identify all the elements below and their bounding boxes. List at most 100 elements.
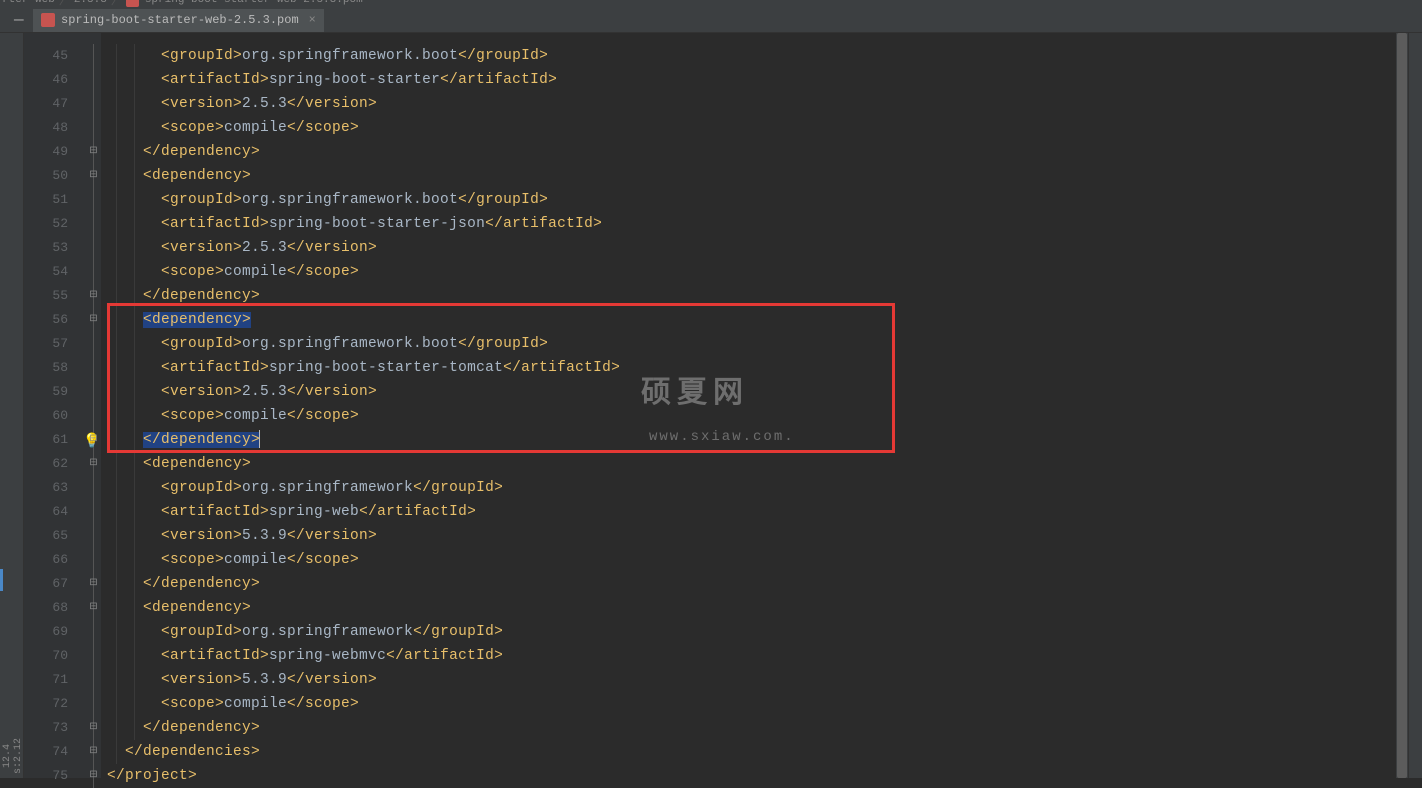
xml-tag[interactable]: <scope> xyxy=(161,408,224,424)
xml-text[interactable]: 5.3.9 xyxy=(242,672,287,688)
xml-tag[interactable]: </groupId> xyxy=(413,480,503,496)
line-number[interactable]: 55 xyxy=(24,284,86,308)
code-line[interactable]: <artifactId>spring-webmvc</artifactId> xyxy=(101,644,1396,668)
line-number[interactable]: 54 xyxy=(24,260,86,284)
fold-close-icon[interactable]: ⊟ xyxy=(86,764,101,788)
breadcrumb-item[interactable]: rter-web xyxy=(2,0,55,6)
xml-tag[interactable]: <groupId> xyxy=(161,624,242,640)
code-line[interactable]: <version>5.3.9</version> xyxy=(101,668,1396,692)
xml-tag[interactable]: </artifactId> xyxy=(503,360,620,376)
xml-tag[interactable]: <scope> xyxy=(161,264,224,280)
fold-close-icon[interactable]: ⊟ xyxy=(86,716,101,740)
code-line[interactable]: </dependency> xyxy=(101,140,1396,164)
line-number[interactable]: 45 xyxy=(24,44,86,68)
xml-tag[interactable]: <dependency> xyxy=(143,168,251,184)
xml-tag[interactable]: </artifactId> xyxy=(386,648,503,664)
code-line[interactable]: </project> xyxy=(101,764,1396,788)
tool-stub[interactable]: s:2.12 xyxy=(13,734,24,778)
line-number-gutter[interactable]: 4546474849505152535455565758596061626364… xyxy=(24,33,86,778)
code-line[interactable]: </dependency> xyxy=(101,284,1396,308)
code-line[interactable]: <scope>compile</scope> xyxy=(101,260,1396,284)
xml-text[interactable]: 5.3.9 xyxy=(242,528,287,544)
fold-open-icon[interactable]: ⊟ xyxy=(86,164,101,188)
line-number[interactable]: 75 xyxy=(24,764,86,788)
line-number[interactable]: 48 xyxy=(24,116,86,140)
scrollbar-vertical[interactable] xyxy=(1396,33,1408,778)
line-number[interactable]: 61 xyxy=(24,428,86,452)
code-line[interactable]: 💡 </dependency> xyxy=(101,428,1396,452)
line-number[interactable]: 72 xyxy=(24,692,86,716)
fold-close-icon[interactable]: ⊟ xyxy=(86,140,101,164)
code-line[interactable]: <version>2.5.3</version> xyxy=(101,92,1396,116)
code-line[interactable]: <version>2.5.3</version> xyxy=(101,236,1396,260)
code-line[interactable]: <groupId>org.springframework</groupId> xyxy=(101,620,1396,644)
xml-tag[interactable]: <groupId> xyxy=(161,336,242,352)
xml-text[interactable]: org.springframework.boot xyxy=(242,48,458,64)
breadcrumb-item[interactable]: spring-boot-starter-web-2.5.3.pom xyxy=(145,0,363,6)
code-line[interactable]: </dependency> xyxy=(101,572,1396,596)
code-line[interactable]: <groupId>org.springframework.boot</group… xyxy=(101,44,1396,68)
code-line[interactable]: <dependency> xyxy=(101,308,1396,332)
fold-open-icon[interactable]: ⊟ xyxy=(86,308,101,332)
xml-tag[interactable]: </dependency> xyxy=(143,720,260,736)
line-number[interactable]: 64 xyxy=(24,500,86,524)
xml-tag[interactable]: <artifactId> xyxy=(161,504,269,520)
xml-tag[interactable]: </dependency> xyxy=(143,432,260,448)
xml-tag[interactable]: </dependencies> xyxy=(125,744,260,760)
xml-tag[interactable]: </groupId> xyxy=(458,336,548,352)
xml-tag[interactable]: <groupId> xyxy=(161,192,242,208)
xml-tag[interactable]: </scope> xyxy=(287,696,359,712)
xml-tag[interactable]: </scope> xyxy=(287,120,359,136)
xml-tag[interactable]: </groupId> xyxy=(458,192,548,208)
tool-window-bar-right[interactable] xyxy=(1408,33,1422,778)
line-number[interactable]: 52 xyxy=(24,212,86,236)
xml-tag[interactable]: </scope> xyxy=(287,264,359,280)
xml-tag[interactable]: </groupId> xyxy=(413,624,503,640)
close-icon[interactable]: × xyxy=(309,13,316,27)
fold-open-icon[interactable]: ⊟ xyxy=(86,452,101,476)
code-line[interactable]: <artifactId>spring-boot-starter-json</ar… xyxy=(101,212,1396,236)
line-number[interactable]: 65 xyxy=(24,524,86,548)
scrollbar-thumb[interactable] xyxy=(1397,33,1407,778)
xml-tag[interactable]: <dependency> xyxy=(143,312,251,328)
code-line[interactable]: <groupId>org.springframework.boot</group… xyxy=(101,332,1396,356)
line-number[interactable]: 68 xyxy=(24,596,86,620)
xml-text[interactable]: compile xyxy=(224,264,287,280)
xml-text[interactable]: spring-boot-starter-tomcat xyxy=(269,360,503,376)
line-number[interactable]: 50 xyxy=(24,164,86,188)
xml-tag[interactable]: </version> xyxy=(287,240,377,256)
line-number[interactable]: 60 xyxy=(24,404,86,428)
xml-text[interactable]: spring-boot-starter xyxy=(269,72,440,88)
xml-text[interactable]: org.springframework xyxy=(242,624,413,640)
xml-tag[interactable]: <version> xyxy=(161,384,242,400)
xml-tag[interactable]: <scope> xyxy=(161,696,224,712)
line-number[interactable]: 69 xyxy=(24,620,86,644)
xml-text[interactable]: 2.5.3 xyxy=(242,240,287,256)
tab-active[interactable]: spring-boot-starter-web-2.5.3.pom × xyxy=(33,9,324,32)
breadcrumb[interactable]: rter-web 〉 2.5.3 〉 spring-boot-starter-w… xyxy=(2,0,363,8)
xml-text[interactable]: org.springframework xyxy=(242,480,413,496)
code-line[interactable]: <dependency> xyxy=(101,596,1396,620)
xml-tag[interactable]: </scope> xyxy=(287,552,359,568)
fold-close-icon[interactable]: ⊟ xyxy=(86,428,101,452)
xml-tag[interactable]: </version> xyxy=(287,96,377,112)
xml-tag[interactable]: <artifactId> xyxy=(161,216,269,232)
line-number[interactable]: 57 xyxy=(24,332,86,356)
xml-tag[interactable]: </version> xyxy=(287,672,377,688)
xml-text[interactable]: compile xyxy=(224,408,287,424)
line-number[interactable]: 59 xyxy=(24,380,86,404)
line-number[interactable]: 62 xyxy=(24,452,86,476)
line-number[interactable]: 63 xyxy=(24,476,86,500)
xml-tag[interactable]: <version> xyxy=(161,672,242,688)
line-number[interactable]: 46 xyxy=(24,68,86,92)
xml-tag[interactable]: </dependency> xyxy=(143,288,260,304)
xml-text[interactable]: org.springframework.boot xyxy=(242,336,458,352)
xml-tag[interactable]: </artifactId> xyxy=(440,72,557,88)
xml-tag[interactable]: <groupId> xyxy=(161,48,242,64)
xml-tag[interactable]: </version> xyxy=(287,384,377,400)
line-number[interactable]: 49 xyxy=(24,140,86,164)
code-line[interactable]: <artifactId>spring-web</artifactId> xyxy=(101,500,1396,524)
fold-open-icon[interactable]: ⊟ xyxy=(86,596,101,620)
xml-tag[interactable]: </dependency> xyxy=(143,144,260,160)
line-number[interactable]: 51 xyxy=(24,188,86,212)
